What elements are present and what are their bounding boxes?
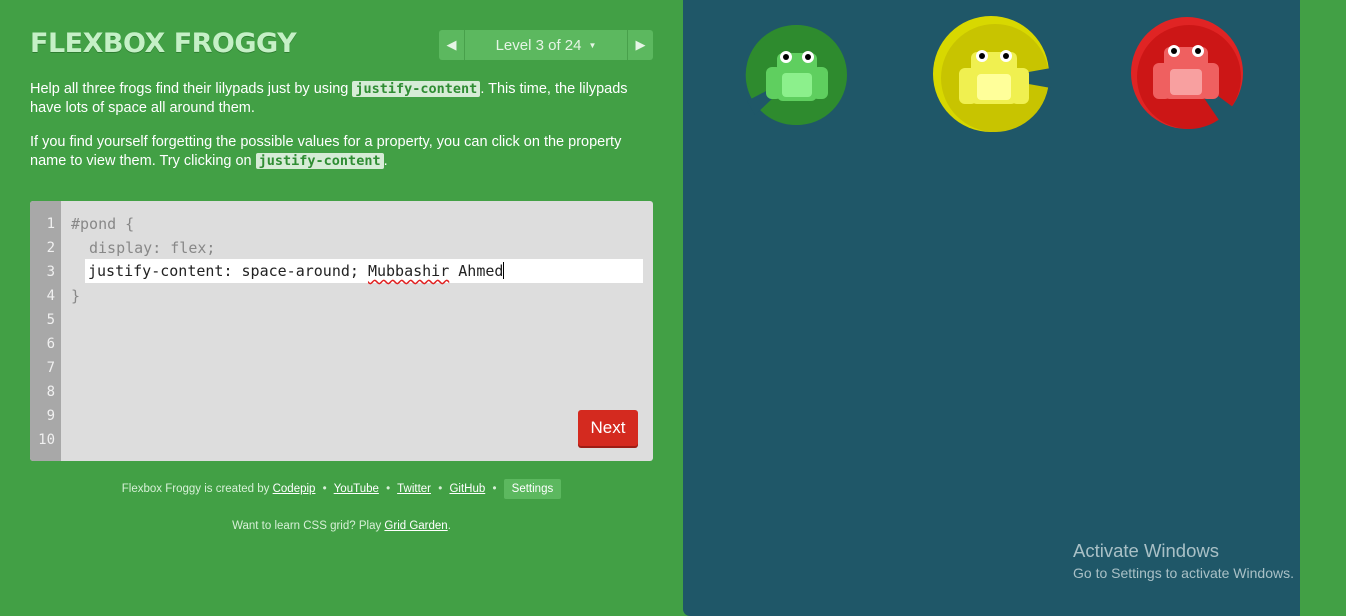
level-navigation: ◀ Level 3 of 24 ▼ ▶ <box>439 30 653 60</box>
separator: • <box>492 483 497 495</box>
property-tag-justify-content[interactable]: justify-content <box>255 153 384 169</box>
grid-note-prefix: Want to learn CSS grid? Play <box>232 520 382 532</box>
grid-garden-link[interactable]: Grid Garden <box>384 520 447 532</box>
frog-pupil-left <box>783 54 789 60</box>
code-editor: 1 2 3 4 5 6 7 8 9 10 #pond { display: fl… <box>30 201 653 461</box>
frog-belly <box>782 73 812 97</box>
settings-button[interactable]: Settings <box>503 479 562 499</box>
line-number: 1 <box>46 216 55 232</box>
separator: • <box>322 483 327 495</box>
line-number: 8 <box>46 384 55 400</box>
line-number: 4 <box>46 288 55 304</box>
separator: • <box>386 483 391 495</box>
frog-pupil-right <box>805 54 811 60</box>
code-line-selector: #pond { <box>71 215 135 233</box>
red-frog-icon <box>1131 17 1243 129</box>
level-indicator[interactable]: Level 3 of 24 ▼ <box>465 30 627 60</box>
next-level-arrow-icon[interactable]: ▶ <box>627 30 653 60</box>
line-number: 10 <box>38 432 55 448</box>
frog-red <box>1131 17 1245 136</box>
frog-belly <box>977 74 1011 100</box>
misspelled-word: Mubbashir <box>367 262 450 280</box>
separator: • <box>438 483 443 495</box>
instruction-text: . <box>383 153 388 169</box>
frog-belly <box>1170 69 1202 95</box>
instruction-paragraph-2: If you find yourself forgetting the poss… <box>30 133 655 171</box>
credits-prefix: Flexbox Froggy is created by <box>121 483 270 495</box>
windows-activation-watermark: Activate Windows Go to Settings to activ… <box>1073 540 1294 581</box>
line-number: 7 <box>46 360 55 376</box>
sidebar: FLEXBOX FROGGY ◀ Level 3 of 24 ▼ ▶ Help … <box>0 0 683 616</box>
instruction-text: Help all three frogs find their lilypads… <box>30 81 353 97</box>
line-number: 6 <box>46 336 55 352</box>
frog-pupil-left <box>979 53 985 59</box>
line-number-gutter: 1 2 3 4 5 6 7 8 9 10 <box>30 201 61 461</box>
input-text: justify-content: space-around; <box>88 262 368 280</box>
green-frog-icon <box>745 24 847 125</box>
pond <box>683 0 1300 616</box>
frog-yellow <box>933 16 1051 139</box>
github-link[interactable]: GitHub <box>449 483 485 495</box>
caret-down-icon: ▼ <box>588 40 597 50</box>
codepip-link[interactable]: Codepip <box>273 483 316 495</box>
property-tag-justify-content[interactable]: justify-content <box>352 81 481 97</box>
line-number: 3 <box>46 264 55 280</box>
watermark-subtitle: Go to Settings to activate Windows. <box>1073 565 1294 581</box>
frog-pupil-left <box>1171 48 1177 54</box>
frog-green <box>745 23 849 132</box>
frog-pupil-right <box>1195 48 1201 54</box>
text-cursor <box>503 262 505 279</box>
credits: Flexbox Froggy is created by Codepip • Y… <box>30 479 653 499</box>
grid-note-suffix: . <box>447 520 451 532</box>
code-line-closing-brace: } <box>71 287 81 305</box>
frog-pupil-right <box>1003 53 1009 59</box>
yellow-frog-icon <box>933 16 1051 132</box>
line-number: 9 <box>46 408 55 424</box>
instructions: Help all three frogs find their lilypads… <box>30 80 655 186</box>
watermark-title: Activate Windows <box>1073 540 1219 561</box>
line-number: 2 <box>46 240 55 256</box>
level-indicator-label: Level 3 of 24 <box>495 36 582 54</box>
youtube-link[interactable]: YouTube <box>334 483 379 495</box>
next-button[interactable]: Next <box>578 410 638 446</box>
instruction-paragraph-1: Help all three frogs find their lilypads… <box>30 80 655 118</box>
input-text: Ahmed <box>449 262 504 280</box>
previous-level-arrow-icon[interactable]: ◀ <box>439 30 465 60</box>
grid-garden-note: Want to learn CSS grid? Play Grid Garden… <box>30 520 653 532</box>
twitter-link[interactable]: Twitter <box>397 483 431 495</box>
line-number: 5 <box>46 312 55 328</box>
css-answer-input[interactable]: justify-content: space-around; Mubbashir… <box>85 259 643 283</box>
app-title: FLEXBOX FROGGY <box>30 28 297 59</box>
